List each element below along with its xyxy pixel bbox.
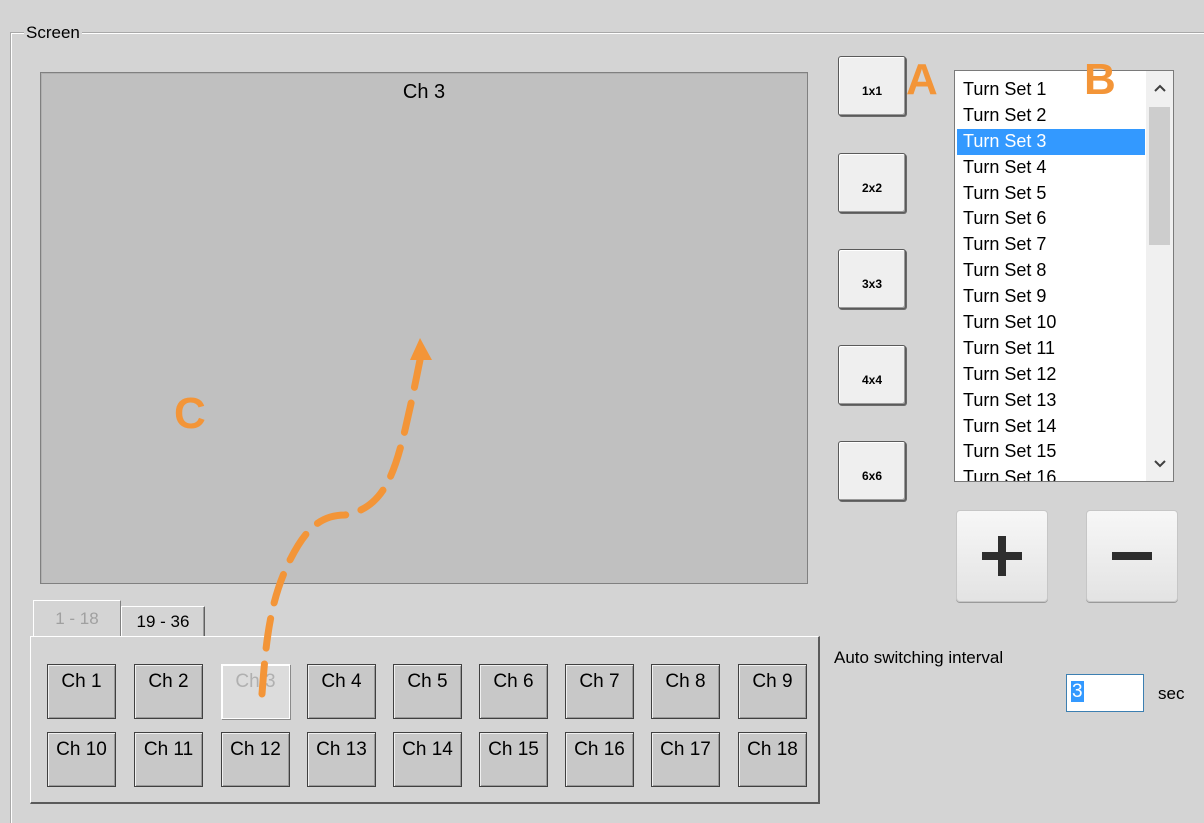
channel-button[interactable]: Ch 13 (307, 732, 376, 787)
screen-group-title: Screen (24, 23, 82, 42)
turn-set-item[interactable]: Turn Set 1 (957, 77, 1145, 103)
turn-set-scrollbar[interactable] (1146, 71, 1173, 481)
auto-switch-interval-input[interactable]: 3 (1066, 674, 1144, 712)
channel-button[interactable]: Ch 8 (651, 664, 720, 719)
channel-button[interactable]: Ch 6 (479, 664, 548, 719)
chevron-down-icon[interactable] (1147, 449, 1173, 479)
annotation-marker-b: B (1084, 55, 1116, 104)
plus-icon (982, 536, 1022, 576)
preview-channel-title: Ch 3 (402, 81, 446, 103)
split-2x2-button[interactable]: 2x2 (838, 153, 906, 213)
channel-button[interactable]: Ch 5 (393, 664, 462, 719)
turn-set-item[interactable]: Turn Set 9 (957, 284, 1145, 310)
split-1x1-button[interactable]: 1x1 (838, 56, 906, 116)
turn-set-item[interactable]: Turn Set 3 (957, 128, 1145, 155)
split-6x6-button[interactable]: 6x6 (838, 441, 906, 501)
channel-button[interactable]: Ch 10 (47, 732, 116, 787)
turn-set-item[interactable]: Turn Set 16 (957, 465, 1145, 481)
channel-button[interactable]: Ch 15 (479, 732, 548, 787)
scroll-thumb[interactable] (1149, 107, 1170, 245)
turn-set-item[interactable]: Turn Set 8 (957, 258, 1145, 284)
channel-button[interactable]: Ch 2 (134, 664, 203, 719)
channel-button[interactable]: Ch 3 (221, 664, 290, 719)
split-4x4-button[interactable]: 4x4 (838, 345, 906, 405)
turn-set-item[interactable]: Turn Set 2 (957, 103, 1145, 129)
minus-icon (1112, 536, 1152, 576)
remove-turn-set-button[interactable] (1086, 510, 1178, 602)
chevron-up-icon[interactable] (1147, 73, 1173, 103)
tab-channels-19-36[interactable]: 19 - 36 (121, 606, 205, 637)
annotation-marker-a: A (906, 55, 938, 104)
turn-set-item[interactable]: Turn Set 5 (957, 181, 1145, 207)
channel-button[interactable]: Ch 4 (307, 664, 376, 719)
auto-switch-label: Auto switching interval (834, 648, 1004, 667)
turn-set-item[interactable]: Turn Set 7 (957, 232, 1145, 258)
channel-button[interactable]: Ch 1 (47, 664, 116, 719)
channel-button[interactable]: Ch 14 (393, 732, 462, 787)
turn-set-items: Turn Set 1 Turn Set 2 Turn Set 3 Turn Set 4… (957, 77, 1145, 481)
annotation-marker-c: C (174, 389, 206, 438)
channel-button[interactable]: Ch 12 (221, 732, 290, 787)
channel-button[interactable]: Ch 17 (651, 732, 720, 787)
turn-set-item[interactable]: Turn Set 6 (957, 206, 1145, 232)
channel-button[interactable]: Ch 18 (738, 732, 807, 787)
turn-set-item[interactable]: Turn Set 4 (957, 155, 1145, 181)
turn-set-item[interactable]: Turn Set 14 (957, 414, 1145, 440)
add-turn-set-button[interactable] (956, 510, 1048, 602)
tab-channels-1-18[interactable]: 1 - 18 (33, 600, 121, 636)
channel-button[interactable]: Ch 7 (565, 664, 634, 719)
split-3x3-button[interactable]: 3x3 (838, 249, 906, 309)
turn-set-item[interactable]: Turn Set 15 (957, 439, 1145, 465)
channel-button-panel: Ch 1 Ch 2 Ch 3 Ch 4 Ch 5 Ch 6 Ch 7 Ch 8 Ch 9 Ch 1… (30, 636, 820, 804)
turn-set-item[interactable]: Turn Set 12 (957, 362, 1145, 388)
channel-button[interactable]: Ch 11 (134, 732, 203, 787)
turn-set-item[interactable]: Turn Set 13 (957, 388, 1145, 414)
auto-switch-unit: sec (1158, 684, 1185, 703)
channel-preview[interactable]: Ch 3 (40, 72, 808, 584)
turn-set-item[interactable]: Turn Set 10 (957, 310, 1145, 336)
turn-set-list[interactable]: Turn Set 1 Turn Set 2 Turn Set 3 Turn Set 4… (954, 70, 1174, 482)
channel-button[interactable]: Ch 16 (565, 732, 634, 787)
turn-set-item[interactable]: Turn Set 11 (957, 336, 1145, 362)
auto-switch-value: 3 (1071, 681, 1084, 702)
channel-button[interactable]: Ch 9 (738, 664, 807, 719)
